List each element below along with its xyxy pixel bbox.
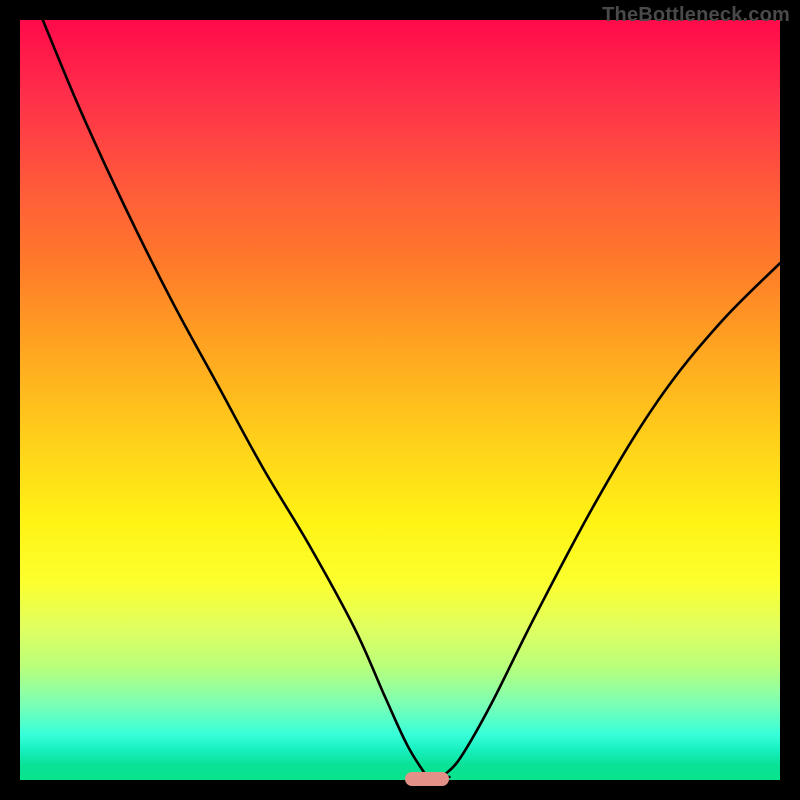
watermark-text: TheBottleneck.com	[602, 4, 790, 27]
curve-right-branch	[446, 263, 780, 774]
optimal-point-marker	[405, 772, 449, 786]
plot-area	[20, 20, 780, 780]
bottleneck-curve	[20, 20, 780, 780]
chart-frame: TheBottleneck.com	[0, 0, 800, 800]
curve-left-branch	[43, 20, 427, 776]
